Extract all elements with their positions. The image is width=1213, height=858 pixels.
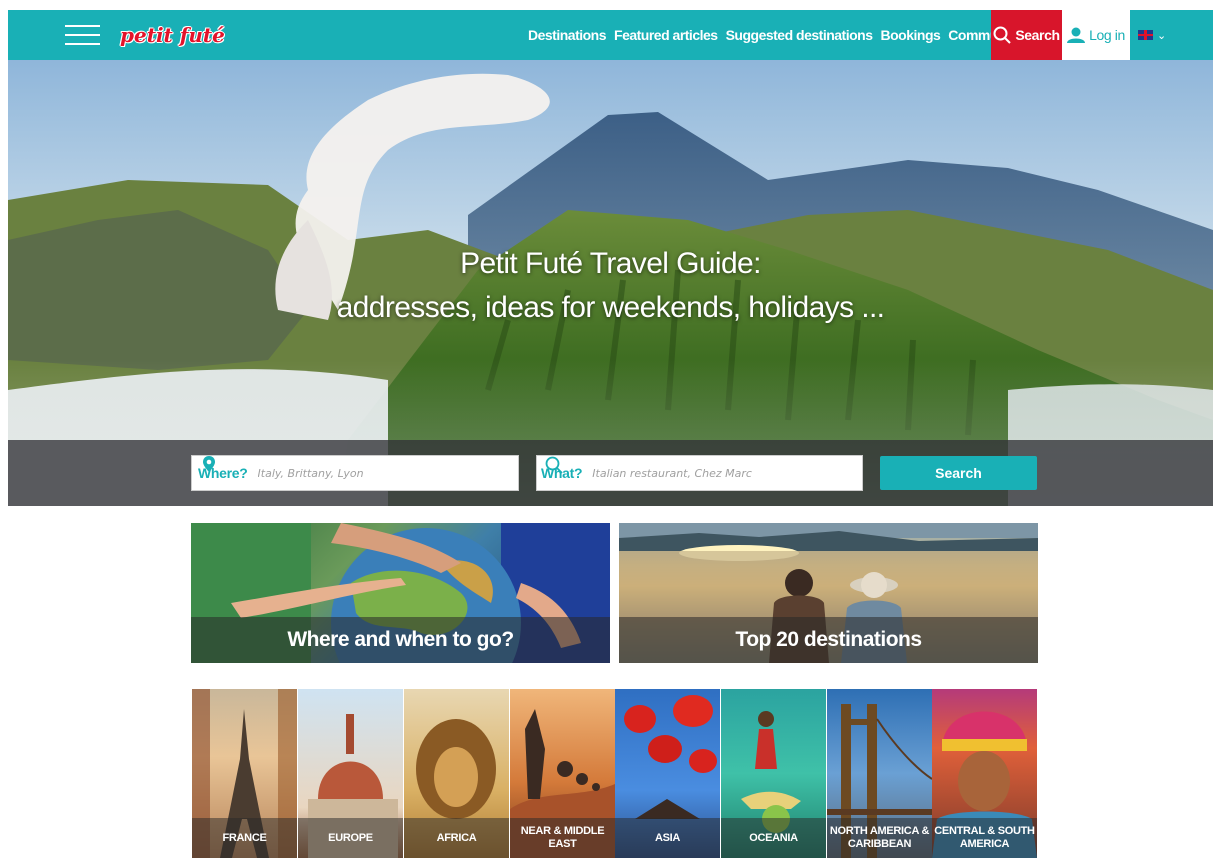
- search-icon: [545, 456, 563, 474]
- search-submit-button[interactable]: Search: [880, 456, 1037, 490]
- destination-label: NEAR & MIDDLE EAST: [510, 818, 615, 858]
- destination-label: FRANCE: [192, 818, 297, 858]
- main-nav: Destinations Featured articles Suggested…: [528, 10, 1029, 60]
- destination-central-south-america[interactable]: CENTRAL & SOUTH AMERICA: [932, 689, 1037, 858]
- header-search-button[interactable]: Search: [991, 10, 1062, 60]
- hero-title-line2: addresses, ideas for weekends, holidays …: [336, 291, 885, 324]
- destination-label: NORTH AMERICA & CARIBBEAN: [827, 818, 932, 858]
- nav-destinations[interactable]: Destinations: [528, 27, 607, 43]
- promo-card-top-20[interactable]: Top 20 destinations: [619, 523, 1038, 663]
- destination-label: EUROPE: [298, 818, 403, 858]
- destination-label: OCEANIA: [721, 818, 826, 858]
- where-input[interactable]: [255, 465, 480, 481]
- chevron-down-icon: ⌄: [1157, 29, 1167, 42]
- destination-label: AFRICA: [404, 818, 509, 858]
- destination-label: ASIA: [615, 818, 720, 858]
- search-bar: Where? What? Search: [8, 440, 1213, 506]
- top-header: petit futé Destinations Featured article…: [8, 10, 1213, 60]
- destination-africa[interactable]: AFRICA: [404, 689, 509, 858]
- language-selector[interactable]: ⌄: [1138, 27, 1174, 43]
- promo-card-where-when[interactable]: Where and when to go?: [191, 523, 610, 663]
- site-logo[interactable]: petit futé: [118, 22, 227, 48]
- destination-france[interactable]: FRANCE: [192, 689, 297, 858]
- where-field[interactable]: Where?: [191, 455, 519, 491]
- promo-caption: Top 20 destinations: [735, 628, 922, 651]
- destination-asia[interactable]: ASIA: [615, 689, 720, 858]
- uk-flag-icon: [1138, 30, 1153, 40]
- hero-title-line1: Petit Futé Travel Guide:: [460, 247, 761, 280]
- header-search-label: Search: [1015, 27, 1060, 43]
- nav-bookings[interactable]: Bookings: [881, 27, 941, 43]
- what-input[interactable]: [590, 465, 815, 481]
- destination-label: CENTRAL & SOUTH AMERICA: [932, 818, 1037, 858]
- hero-title: Petit Futé Travel Guide: addresses, idea…: [8, 242, 1213, 330]
- destination-north-america-caribbean[interactable]: NORTH AMERICA & CARIBBEAN: [827, 689, 932, 858]
- destination-europe[interactable]: EUROPE: [298, 689, 403, 858]
- destination-near-middle-east[interactable]: NEAR & MIDDLE EAST: [510, 689, 615, 858]
- user-icon: [1067, 27, 1086, 43]
- hero-banner: Petit Futé Travel Guide: addresses, idea…: [8, 60, 1213, 506]
- nav-suggested-destinations[interactable]: Suggested destinations: [726, 27, 873, 43]
- login-label: Log in: [1089, 27, 1125, 43]
- nav-featured-articles[interactable]: Featured articles: [614, 27, 718, 43]
- location-pin-icon: [203, 456, 215, 472]
- what-field[interactable]: What?: [536, 455, 863, 491]
- menu-icon[interactable]: [65, 23, 100, 47]
- promo-caption: Where and when to go?: [287, 628, 514, 651]
- search-icon: [993, 26, 1012, 44]
- login-button[interactable]: Log in: [1062, 10, 1130, 60]
- destination-oceania[interactable]: OCEANIA: [721, 689, 826, 858]
